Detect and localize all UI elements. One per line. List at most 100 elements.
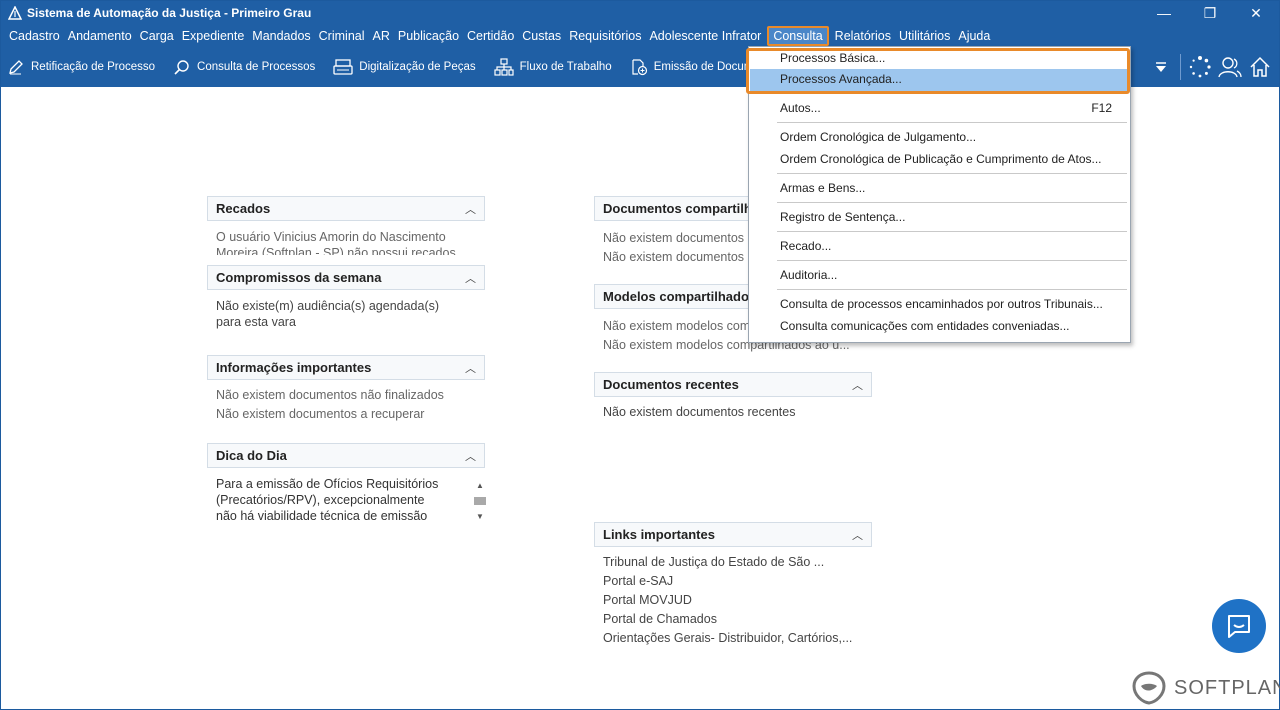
toolbar-consulta-label: Consulta de Processos: [197, 61, 316, 73]
app-logo-icon: [7, 5, 23, 20]
menu-publicacao[interactable]: Publicação: [394, 26, 463, 46]
menu-item-ordem-publicacao[interactable]: Ordem Cronológica de Publicação e Cumpri…: [780, 149, 1102, 170]
chat-button[interactable]: [1212, 599, 1266, 653]
compromissos-line-1: Não existe(m) audiência(s) agendada(s): [216, 299, 440, 313]
documentos-recentes-header[interactable]: Documentos recentes ︿: [594, 372, 872, 397]
scroll-thumb[interactable]: [474, 497, 486, 505]
dropdown-arrow-icon[interactable]: [1146, 52, 1176, 82]
menu-carga[interactable]: Carga: [136, 26, 178, 46]
scanner-icon: [333, 59, 353, 75]
compromissos-panel: Compromissos da semana ︿ Não existe(m) a…: [207, 265, 485, 335]
menu-item-armas-bens[interactable]: Armas e Bens...: [780, 178, 865, 199]
menu-item-recado[interactable]: Recado...: [780, 236, 831, 257]
menu-adolescente-infrator[interactable]: Adolescente Infrator: [645, 26, 765, 46]
minimize-button[interactable]: —: [1141, 1, 1187, 25]
toolbar-consulta-button[interactable]: Consulta de Processos: [173, 58, 315, 76]
recados-line-1: O usuário Vinicius Amorin do Nascimento: [216, 230, 446, 244]
informacoes-line-1: Não existem documentos não finalizados: [216, 388, 444, 402]
informacoes-header[interactable]: Informações importantes ︿: [207, 355, 485, 380]
link-orientacoes[interactable]: Orientações Gerais- Distribuidor, Cartór…: [603, 629, 863, 648]
chevron-up-icon[interactable]: ︿: [465, 448, 476, 464]
dica-scrollbar[interactable]: ▲ ▼: [472, 476, 488, 526]
toolbar-right-group: [1146, 47, 1275, 87]
toolbar-retificacao-button[interactable]: Retificação de Processo: [7, 58, 155, 76]
chevron-up-icon[interactable]: ︿: [465, 360, 476, 376]
recados-header[interactable]: Recados ︿: [207, 196, 485, 221]
documentos-recentes-line-1: Não existem documentos recentes: [603, 405, 796, 419]
documentos-recentes-panel: Documentos recentes ︿ Não existem docume…: [594, 372, 872, 427]
toolbar-fluxo-label: Fluxo de Trabalho: [519, 61, 612, 73]
compromissos-header[interactable]: Compromissos da semana ︿: [207, 265, 485, 290]
recados-title: Recados: [216, 201, 271, 216]
menu-separator: [777, 173, 1127, 174]
chevron-up-icon[interactable]: ︿: [852, 527, 863, 543]
informacoes-panel: Informações importantes ︿ Não existem do…: [207, 355, 485, 429]
link-portal-movjud[interactable]: Portal MOVJUD: [603, 591, 863, 610]
dica-scrollbox[interactable]: Para a emissão de Ofícios Requisitórios …: [216, 476, 488, 526]
menu-item-ordem-julgamento[interactable]: Ordem Cronológica de Julgamento...: [780, 127, 976, 148]
menu-requisitorios[interactable]: Requisitórios: [565, 26, 645, 46]
chat-icon: [1228, 615, 1250, 638]
compromissos-body: Não existe(m) audiência(s) agendada(s) p…: [207, 290, 485, 335]
menu-item-processos-outros-tribunais[interactable]: Consulta de processos encaminhados por o…: [780, 294, 1103, 315]
links-title: Links importantes: [603, 527, 715, 542]
menu-shortcut-autos: F12: [1091, 101, 1112, 115]
menu-bar: Cadastro Andamento Carga Expediente Mand…: [1, 25, 1279, 47]
menu-mandados[interactable]: Mandados: [248, 26, 314, 46]
menu-separator: [777, 122, 1127, 123]
recados-panel: Recados ︿ O usuário Vinicius Amorin do N…: [207, 196, 485, 255]
menu-item-registro-sentenca[interactable]: Registro de Sentença...: [780, 207, 905, 228]
informacoes-title: Informações importantes: [216, 360, 372, 375]
compromissos-title: Compromissos da semana: [216, 270, 382, 285]
link-portal-esaj[interactable]: Portal e-SAJ: [603, 572, 863, 591]
dica-header[interactable]: Dica do Dia ︿: [207, 443, 485, 468]
recados-line-2: Moreira (Softplan - SP) não possui recad…: [216, 246, 456, 255]
toolbar-digitalizacao-label: Digitalização de Peças: [359, 61, 476, 73]
search-icon: [174, 60, 189, 75]
menu-item-comunicacoes-conveniadas[interactable]: Consulta comunicações com entidades conv…: [780, 316, 1070, 337]
link-tribunal[interactable]: Tribunal de Justiça do Estado de São ...: [603, 553, 863, 572]
chevron-up-icon[interactable]: ︿: [852, 377, 863, 393]
home-icon[interactable]: [1245, 52, 1275, 82]
menu-ajuda[interactable]: Ajuda: [954, 26, 994, 46]
menu-separator: [777, 202, 1127, 203]
menu-consulta[interactable]: Consulta: [767, 26, 829, 46]
menu-item-auditoria[interactable]: Auditoria...: [780, 265, 837, 286]
dica-line-3: não há viabilidade técnica de emissão: [216, 509, 428, 523]
links-header[interactable]: Links importantes ︿: [594, 522, 872, 547]
informacoes-body: Não existem documentos não finalizados N…: [207, 380, 485, 429]
menu-ar[interactable]: AR: [369, 26, 394, 46]
link-portal-chamados[interactable]: Portal de Chamados: [603, 610, 863, 629]
users-icon[interactable]: [1215, 52, 1245, 82]
menu-utilitarios[interactable]: Utilitários: [895, 26, 954, 46]
compromissos-line-2: para esta vara: [216, 315, 296, 329]
workflow-icon: [494, 58, 514, 76]
documentos-recentes-title: Documentos recentes: [603, 377, 739, 392]
scroll-up-icon[interactable]: ▲: [476, 476, 484, 495]
toolbar-digitalizacao-button[interactable]: Digitalização de Peças: [333, 58, 476, 76]
recados-body: O usuário Vinicius Amorin do Nascimento …: [207, 221, 485, 255]
links-panel: Links importantes ︿ Tribunal de Justiça …: [594, 522, 872, 653]
menu-criminal[interactable]: Criminal: [315, 26, 369, 46]
close-button[interactable]: ✕: [1233, 1, 1279, 25]
menu-custas[interactable]: Custas: [518, 26, 565, 46]
scroll-down-icon[interactable]: ▼: [476, 507, 484, 526]
menu-separator: [777, 231, 1127, 232]
menu-cadastro[interactable]: Cadastro: [5, 26, 64, 46]
spinner-icon[interactable]: [1185, 52, 1215, 82]
dica-panel: Dica do Dia ︿ Para a emissão de Ofícios …: [207, 443, 488, 526]
pencil-icon: [9, 60, 23, 75]
restore-button[interactable]: ❐: [1187, 1, 1233, 25]
highlight-frame: [746, 48, 1130, 94]
chevron-up-icon[interactable]: ︿: [465, 201, 476, 217]
menu-item-autos[interactable]: Autos...: [780, 98, 821, 119]
modelos-compartilhados-title: Modelos compartilhados: [603, 289, 757, 304]
toolbar-fluxo-button[interactable]: Fluxo de Trabalho: [494, 58, 612, 76]
menu-andamento[interactable]: Andamento: [64, 26, 136, 46]
window-title: Sistema de Automação da Justiça - Primei…: [27, 6, 312, 20]
chevron-up-icon[interactable]: ︿: [465, 270, 476, 286]
menu-expediente[interactable]: Expediente: [178, 26, 249, 46]
menu-certidao[interactable]: Certidão: [463, 26, 518, 46]
menu-relatorios[interactable]: Relatórios: [831, 26, 895, 46]
app-window: Sistema de Automação da Justiça - Primei…: [0, 0, 1280, 710]
